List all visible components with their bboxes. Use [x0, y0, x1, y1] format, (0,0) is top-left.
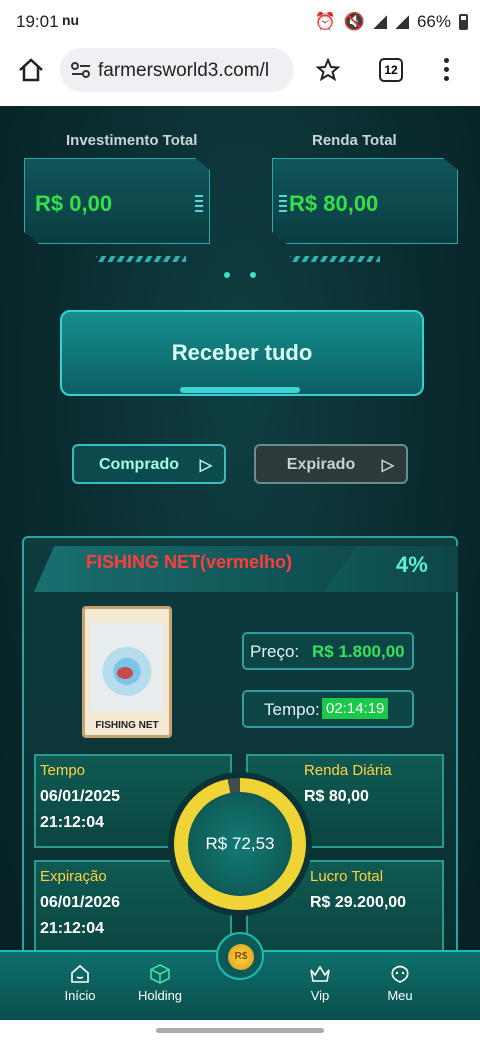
tab-bought[interactable]: Comprado ▷	[72, 444, 226, 484]
income-box: R$ 80,00	[272, 158, 458, 244]
investment-label: Investimento Total	[66, 132, 198, 149]
investment-value: R$ 0,00	[35, 191, 113, 216]
start-label: Tempo	[40, 762, 86, 779]
price-box: Preço: R$ 1.800,00	[242, 632, 414, 670]
receive-all-button[interactable]: Receber tudo	[60, 310, 424, 396]
coin-icon: R$	[228, 944, 254, 970]
battery-icon	[459, 14, 468, 30]
decor-bars	[279, 195, 287, 213]
nav-vip[interactable]: Vip	[280, 964, 360, 1003]
status-icons: ⏰ 🔇 66%	[315, 12, 468, 32]
carrier-label: NU	[62, 12, 80, 28]
decor-stripes	[96, 256, 186, 262]
status-time: 19:01	[16, 12, 59, 31]
home-icon[interactable]	[18, 58, 44, 82]
price-value: R$ 1.800,00	[312, 642, 405, 661]
fish-art	[117, 667, 133, 679]
battery-percent: 66%	[416, 12, 451, 31]
nav-home-label: Início	[64, 988, 96, 1003]
price-label: Preço:	[250, 642, 300, 661]
product-image: FISHING NET	[82, 606, 172, 738]
total-profit-label: Lucro Total	[310, 868, 384, 885]
decor-dot	[224, 272, 230, 278]
bottom-nav: Início Holding R$ Vip Meu	[0, 932, 480, 1020]
decor-stripes	[290, 256, 380, 262]
nav-vip-label: Vip	[310, 988, 330, 1003]
product-card: FISHING NET(vermelho) 4% FISHING NET Pre…	[22, 536, 458, 956]
gesture-bar	[0, 1020, 480, 1040]
product-card-label: FISHING NET	[95, 720, 159, 731]
nav-holding[interactable]: Holding	[120, 964, 200, 1003]
investment-box: R$ 0,00	[24, 158, 210, 244]
more-menu-icon[interactable]	[444, 58, 450, 82]
timer-value: 02:14:19	[322, 698, 389, 719]
decor-dot	[250, 272, 256, 278]
tab-expired[interactable]: Expirado ▷	[254, 444, 408, 484]
expiry-label: Expiração	[40, 868, 107, 885]
app-content: Investimento Total Renda Total R$ 0,00 R…	[0, 106, 480, 1020]
alarm-icon: ⏰	[314, 12, 336, 31]
decor-bar	[180, 387, 300, 393]
start-time: 21:12:04	[40, 814, 105, 831]
income-value: R$ 80,00	[289, 191, 379, 216]
decor-bars	[195, 195, 203, 213]
total-profit-value: R$ 29.200,00	[310, 894, 407, 911]
bookmark-star-icon[interactable]	[316, 58, 340, 82]
home-icon	[71, 964, 89, 983]
nav-me-label: Meu	[387, 988, 413, 1003]
progress-ring: R$ 72,53	[174, 778, 306, 910]
signal-4g-icon	[394, 15, 409, 29]
nav-center-button[interactable]: R$	[216, 932, 264, 980]
tabs-count-button[interactable]: 12	[379, 58, 403, 82]
progress-value: R$ 72,53	[188, 792, 292, 896]
daily-income-value: R$ 80,00	[304, 788, 369, 805]
start-date: 06/01/2025	[40, 788, 121, 805]
chevron-right-icon: ▷	[199, 457, 212, 474]
product-name: FISHING NET(vermelho)	[86, 552, 293, 572]
status-bar: 19:01 NU ⏰ 🔇 66%	[0, 0, 480, 44]
chevron-right-icon: ▷	[381, 457, 394, 474]
site-settings-icon[interactable]	[70, 60, 92, 80]
home-gesture-pill[interactable]	[156, 1028, 324, 1033]
daily-income-label: Renda Diária	[304, 762, 392, 779]
timer-label: Tempo:	[264, 700, 320, 719]
nav-holding-label: Holding	[137, 988, 183, 1003]
browser-bar: farmersworld3.com/l 12	[0, 44, 480, 106]
tab-expired-label: Expirado	[286, 456, 356, 473]
tab-bought-label: Comprado	[99, 456, 179, 473]
face-icon	[391, 965, 409, 983]
url-text: farmersworld3.com/l	[98, 60, 270, 81]
nav-home[interactable]: Início	[40, 964, 120, 1003]
signal-icon	[372, 15, 387, 29]
cube-icon	[150, 964, 170, 984]
expiry-date: 06/01/2026	[40, 894, 121, 911]
mute-icon: 🔇	[343, 12, 365, 31]
product-percent: 4%	[396, 552, 428, 577]
nav-me[interactable]: Meu	[360, 964, 440, 1003]
income-label: Renda Total	[312, 132, 397, 149]
url-bar[interactable]: farmersworld3.com/l	[60, 48, 294, 92]
expiry-time: 21:12:04	[40, 920, 105, 937]
crown-icon	[310, 965, 330, 982]
timer-box: Tempo: 02:14:19	[242, 690, 414, 728]
